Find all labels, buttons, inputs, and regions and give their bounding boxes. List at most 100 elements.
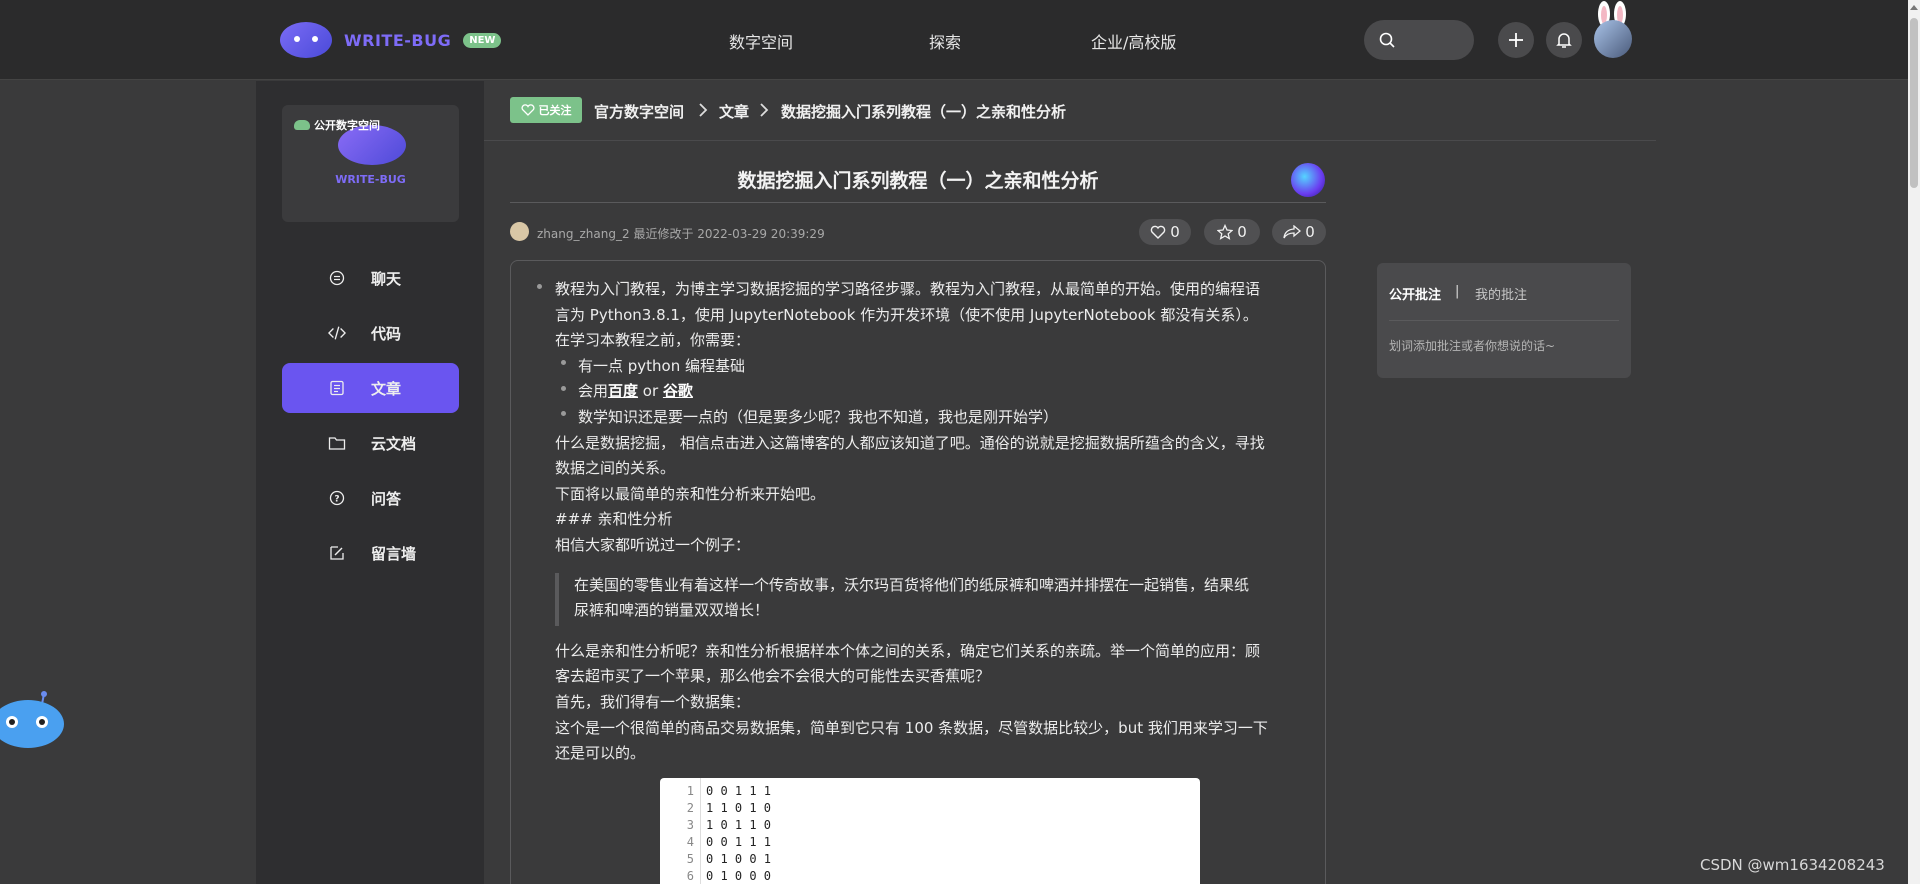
article-title: 数据挖掘入门系列教程（一）之亲和性分析 <box>737 170 1099 192</box>
heart-icon <box>520 104 535 116</box>
search-input[interactable] <box>1364 20 1474 60</box>
user-avatar[interactable] <box>1594 20 1632 58</box>
code-icon <box>328 324 346 342</box>
nav-enterprise[interactable]: 企业/高校版 <box>1091 29 1176 53</box>
paragraph-line: 什么是数据挖掘， 相信点击进入这篇博客的人都应该知道了吧。通俗的说就是挖掘数据所… <box>555 434 1265 452</box>
scroll-up-arrow-icon[interactable] <box>1910 5 1918 10</box>
paragraph-line: 客去超市买了一个苹果，那么他会不会很大的可能性去买香蕉呢？ <box>555 667 991 685</box>
code-line: 2 1 1 0 1 0 <box>660 801 1200 818</box>
sidebar-item-message-wall[interactable]: 留言墙 <box>282 528 459 578</box>
chat-icon <box>328 269 346 287</box>
code-block[interactable]: 1 0 0 1 1 1 2 1 1 0 1 0 3 1 0 1 1 0 4 0 0 1 … <box>660 778 1200 884</box>
mascot-logo-icon <box>280 22 332 58</box>
list-item: 数学知识还是要一点的（但是要多少呢？我也不知道，我也是刚开始学） <box>578 408 1059 426</box>
tab-my-annotations[interactable]: 我的批注 <box>1475 284 1527 303</box>
code-text: 0 0 1 1 1 <box>706 835 772 849</box>
star-count: 0 <box>1237 223 1247 241</box>
code-line: 5 0 1 0 0 1 <box>660 852 1200 869</box>
tab-divider: | <box>1455 284 1460 299</box>
top-bar: WRITE-BUG NEW 数字空间 探索 企业/高校版 <box>0 0 1920 80</box>
share-count: 0 <box>1305 223 1315 241</box>
follow-label: 已关注 <box>538 104 572 117</box>
annotation-panel: 公开批注 | 我的批注 划词添加批注或者你想说的话~ <box>1377 263 1631 378</box>
like-button[interactable]: 0 <box>1139 219 1191 245</box>
paragraph-line: 首先，我们得有一个数据集： <box>555 693 751 711</box>
scroll-thumb[interactable] <box>1910 18 1918 188</box>
line-number: 5 <box>686 852 694 866</box>
code-text: 0 0 1 1 1 <box>706 784 772 798</box>
sidebar-item-label: 云文档 <box>371 434 417 453</box>
sidebar-item-label: 聊天 <box>371 269 402 288</box>
paragraph-line: 在学习本教程之前，你需要： <box>555 331 751 349</box>
code-text: 1 1 0 1 0 <box>706 801 772 815</box>
line-number: 2 <box>686 801 694 815</box>
star-icon <box>1217 224 1234 240</box>
brand-logo[interactable]: WRITE-BUG NEW <box>280 20 502 60</box>
create-button[interactable] <box>1498 22 1534 58</box>
notification-button[interactable] <box>1546 22 1582 58</box>
baidu-link[interactable]: 百度 <box>608 382 638 400</box>
google-link[interactable]: 谷歌 <box>663 382 693 400</box>
sidebar-item-label: 代码 <box>371 324 402 343</box>
author-avatar[interactable] <box>510 222 529 241</box>
blockquote-line: 在美国的零售业有着这样一个传奇故事，沃尔玛百货将他们的纸尿裤和啤酒并排摆在一起销… <box>574 576 1250 594</box>
paragraph-line: 言为 Python3.8.1，使用 JupyterNotebook 作为开发环境… <box>555 306 1258 324</box>
list-item-text: 会用 <box>578 382 609 400</box>
space-tag: 公开数字空间 <box>294 117 380 133</box>
edit-icon <box>328 544 346 562</box>
star-button[interactable]: 0 <box>1204 219 1260 245</box>
code-text: 0 1 0 0 1 <box>706 852 772 866</box>
sidebar-item-qa[interactable]: ? 问答 <box>282 473 459 523</box>
list-bullet <box>561 360 566 365</box>
nav-explore[interactable]: 探索 <box>929 29 961 53</box>
question-icon: ? <box>328 489 346 507</box>
article-icon <box>328 379 346 397</box>
watermark: CSDN @wm1634208243 <box>1700 856 1885 874</box>
paragraph-line: ### 亲和性分析 <box>555 510 673 528</box>
code-line: 6 0 1 0 0 0 <box>660 869 1200 884</box>
sidebar-item-chat[interactable]: 聊天 <box>282 253 459 303</box>
search-icon <box>1379 32 1395 48</box>
heart-icon <box>1150 225 1166 239</box>
code-line: 1 0 0 1 1 1 <box>660 784 1200 801</box>
tab-public-annotations[interactable]: 公开批注 <box>1389 284 1441 303</box>
nav-digital-space[interactable]: 数字空间 <box>729 29 793 53</box>
author-name[interactable]: zhang_zhang_2 <box>537 227 630 241</box>
list-item: 有一点 python 编程基础 <box>578 357 746 375</box>
blockquote-bar <box>555 573 559 626</box>
like-count: 0 <box>1170 223 1180 241</box>
breadcrumb-space[interactable]: 官方数字空间 <box>594 101 684 122</box>
share-button[interactable]: 0 <box>1272 219 1326 245</box>
sidebar-item-label: 文章 <box>371 379 402 398</box>
chevron-right-icon <box>699 103 708 117</box>
paragraph-line: 下面将以最简单的亲和性分析来开始吧。 <box>555 485 826 503</box>
code-line: 3 1 0 1 1 0 <box>660 818 1200 835</box>
breadcrumb-articles[interactable]: 文章 <box>719 101 749 122</box>
space-orb-icon[interactable] <box>1291 163 1325 197</box>
line-number: 3 <box>686 818 694 832</box>
robot-icon <box>294 120 310 130</box>
sidebar-item-label: 留言墙 <box>371 544 417 563</box>
brand-name: WRITE-BUG <box>344 30 452 50</box>
paragraph-line: 数据之间的关系。 <box>555 459 676 477</box>
code-text: 1 0 1 1 0 <box>706 818 772 832</box>
breadcrumb-current: 数据挖掘入门系列教程（一）之亲和性分析 <box>781 103 1067 121</box>
sidebar-item-cloud-docs[interactable]: 云文档 <box>282 418 459 468</box>
sidebar-item-code[interactable]: 代码 <box>282 308 459 358</box>
paragraph-line: 什么是亲和性分析呢？亲和性分析根据样本个体之间的关系，确定它们关系的亲疏。举一个… <box>555 642 1261 660</box>
follow-button[interactable]: 已关注 <box>510 97 582 123</box>
paragraph-line: 还是可以的。 <box>555 744 646 762</box>
paragraph-line: 相信大家都听说过一个例子： <box>555 536 751 554</box>
bell-icon <box>1556 33 1572 48</box>
sidebar-item-article[interactable]: 文章 <box>282 363 459 413</box>
annotation-hint: 划词添加批注或者你想说的话~ <box>1389 339 1556 353</box>
code-line: 4 0 0 1 1 1 <box>660 835 1200 852</box>
chevron-right-icon <box>760 103 769 117</box>
floating-mascot-icon[interactable] <box>0 690 66 750</box>
space-card[interactable]: 公开数字空间 WRITE-BUG <box>282 105 459 222</box>
title-divider <box>510 202 1326 203</box>
article-meta: zhang_zhang_2 最近修改于 2022-03-29 20:39:29 <box>537 225 825 242</box>
list-item-text: or <box>638 382 663 400</box>
svg-text:?: ? <box>334 495 339 505</box>
page-scrollbar[interactable] <box>1908 0 1920 884</box>
